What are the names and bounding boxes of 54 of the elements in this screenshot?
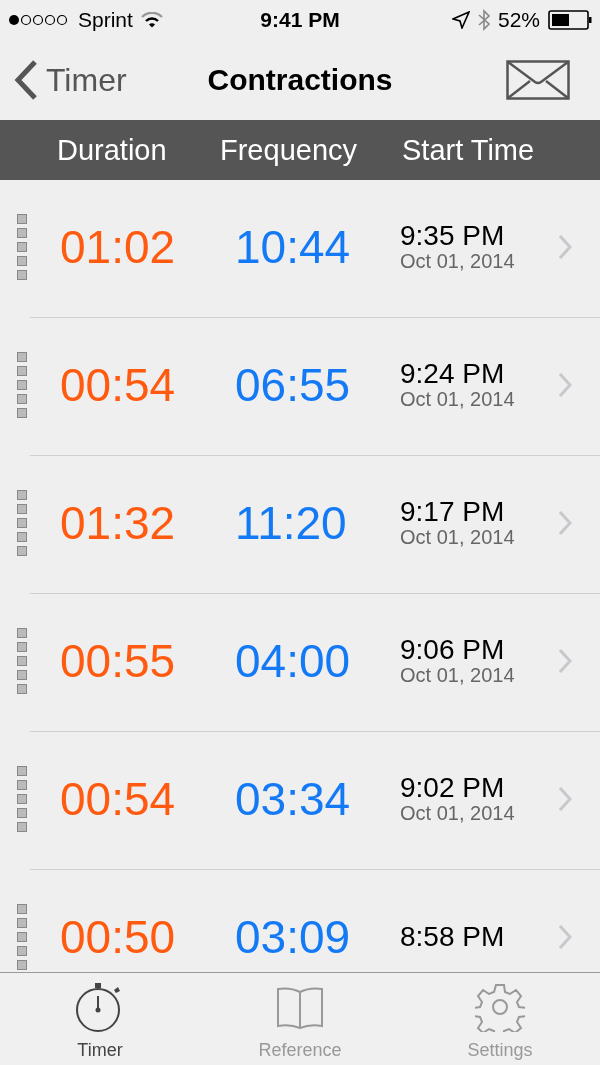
signal-icon [8, 14, 70, 26]
start-time: 9:35 PM [400, 222, 506, 250]
location-icon [451, 11, 470, 29]
carrier: Sprint [78, 8, 133, 32]
settings-icon [475, 982, 525, 1032]
duration-value: 00:50 [60, 910, 177, 964]
book-icon [275, 986, 325, 1032]
start-time: 9:02 PM [400, 774, 506, 802]
back-button[interactable]: Timer [0, 59, 127, 101]
start-date: Oct 01, 2014 [400, 526, 516, 548]
chevron-icon [558, 786, 572, 812]
column-header: Start Time [401, 133, 536, 167]
column-header: Duration [56, 133, 168, 167]
frequency-value: 11:20 [235, 496, 348, 550]
drag-handle-icon[interactable] [17, 214, 28, 280]
wifi-icon [140, 12, 163, 28]
chevron-icon [558, 372, 572, 398]
back-chevron-icon [14, 59, 38, 101]
start-date: Oct 01, 2014 [400, 664, 516, 686]
start-date: Oct 01, 2014 [400, 802, 516, 824]
frequency-value: 10:44 [235, 220, 352, 274]
chevron-icon [558, 924, 572, 950]
chevron-icon [558, 510, 572, 536]
battery-percent: 52% [497, 8, 540, 32]
duration-value: 01:32 [60, 496, 177, 550]
clock: 9:41 PM [260, 8, 340, 32]
duration-value: 00:54 [60, 772, 177, 826]
bluetooth-icon [477, 9, 490, 31]
email-button[interactable] [506, 60, 570, 100]
start-time: 9:24 PM [400, 360, 506, 388]
column-header: Frequency [220, 133, 358, 167]
frequency-value: 03:09 [235, 910, 352, 964]
start-time: 8:58 PM [400, 923, 506, 951]
drag-handle-icon[interactable] [17, 904, 28, 970]
start-date: Oct 01, 2014 [400, 388, 516, 410]
start-time: 9:06 PM [400, 636, 506, 664]
drag-handle-icon[interactable] [17, 352, 28, 418]
chevron-icon [558, 234, 572, 260]
duration-value: 00:55 [60, 634, 177, 688]
start-date: Oct 01, 2014 [400, 250, 516, 272]
chevron-icon [558, 648, 572, 674]
frequency-value: 06:55 [235, 358, 352, 412]
frequency-value: 04:00 [235, 634, 352, 688]
screen-title: Contractions [207, 63, 393, 97]
battery-icon [548, 10, 592, 30]
drag-handle-icon[interactable] [17, 490, 28, 556]
duration-value: 01:02 [60, 220, 177, 274]
mail-icon [506, 60, 570, 100]
drag-handle-icon[interactable] [17, 628, 28, 694]
tab[interactable]: Timer [0, 973, 200, 1065]
frequency-value: 03:34 [235, 772, 352, 826]
duration-value: 00:54 [60, 358, 177, 412]
start-time: 9:17 PM [400, 498, 506, 526]
drag-handle-icon[interactable] [17, 766, 28, 832]
